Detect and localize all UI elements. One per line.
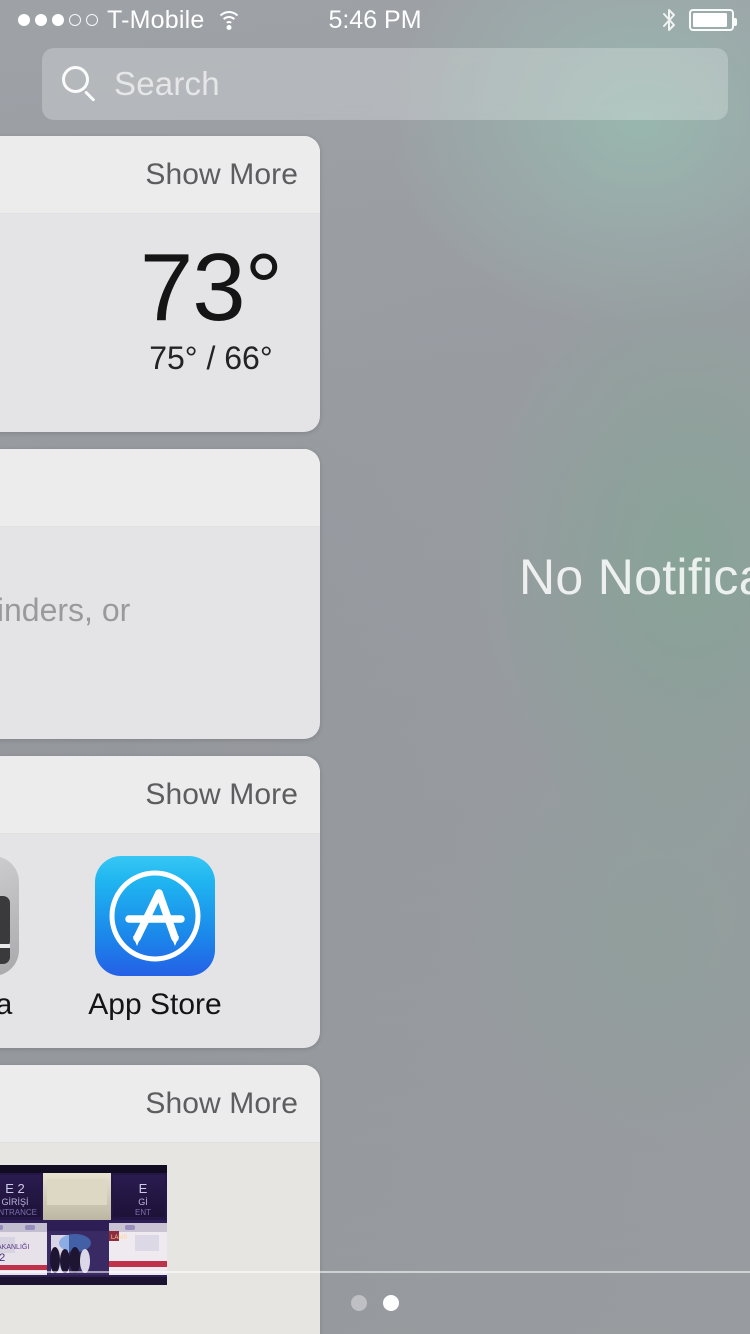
siri-app-suggestions-header: Show More <box>0 756 320 834</box>
up-next-line-1: s, reminders, or <box>0 591 131 628</box>
news-widget-header: Show More <box>0 1065 320 1143</box>
weather-widget[interactable]: Show More ca : 0% 73° 75° / 66° <box>0 136 320 432</box>
up-next-line-2: s <box>0 633 130 679</box>
up-next-widget-header <box>0 449 320 527</box>
search-placeholder: Search <box>114 65 220 102</box>
svg-text:E 2: E 2 <box>5 1181 25 1196</box>
page-indicator[interactable] <box>0 1272 750 1334</box>
bluetooth-icon <box>661 7 677 33</box>
weather-high-low: 75° / 66° <box>149 340 273 376</box>
svg-text:ENT: ENT <box>135 1208 151 1217</box>
app-store-app-icon <box>95 856 215 976</box>
siri-app-suggestions-show-more-button[interactable]: Show More <box>145 778 298 812</box>
weather-current-temperature: 73° <box>139 234 283 341</box>
svg-text:E: E <box>139 1181 148 1196</box>
news-thumbnail-photo: E 2 GİRİŞİ ENTRANCE E Gİ ENT AKANLIĞI 12 <box>0 1165 167 1285</box>
weather-widget-body: ca : 0% 73° 75° / 66° <box>0 214 320 432</box>
weather-rain-chance: : 0% <box>0 330 140 364</box>
camera-app-label: Camera <box>0 988 13 1021</box>
app-suggestion-camera[interactable]: Camera <box>0 856 34 1022</box>
page-dot-1[interactable] <box>351 1295 367 1311</box>
status-bar-clock: 5:46 PM <box>328 5 422 34</box>
svg-text:AKANLIĞI: AKANLIĞI <box>0 1242 29 1251</box>
search-icon <box>61 65 99 103</box>
weather-show-more-button[interactable]: Show More <box>145 158 298 192</box>
svg-text:12: 12 <box>0 1252 5 1264</box>
status-bar: T-Mobile 5:46 PM <box>0 0 750 40</box>
weather-right-column: 73° 75° / 66° <box>140 240 296 377</box>
svg-text:GİRİŞİ: GİRİŞİ <box>1 1197 28 1207</box>
camera-app-icon <box>0 856 19 976</box>
status-bar-right <box>661 7 737 33</box>
up-next-placeholder-text: s, reminders, or s <box>0 587 130 680</box>
up-next-widget-body: s, reminders, or s <box>0 527 320 739</box>
news-show-more-button[interactable]: Show More <box>145 1087 298 1121</box>
widget-column: Show More ca : 0% 73° 75° / 66° s, remin… <box>0 136 320 1334</box>
no-notifications-label: No Notifications <box>519 549 750 605</box>
page-dot-2[interactable] <box>383 1295 399 1311</box>
siri-app-suggestions-widget[interactable]: Show More Camera <box>0 756 320 1048</box>
search-input[interactable]: Search <box>42 48 728 120</box>
svg-text:LAMB: LAMB <box>111 1235 127 1241</box>
svg-text:Gİ: Gİ <box>138 1197 148 1207</box>
app-store-app-label: App Store <box>88 988 222 1021</box>
weather-widget-header: Show More <box>0 136 320 214</box>
weather-left-column: ca : 0% <box>0 240 140 364</box>
siri-app-suggestions-body: Camera <box>0 834 320 1048</box>
up-next-widget[interactable]: s, reminders, or s <box>0 449 320 739</box>
battery-icon <box>689 9 737 31</box>
svg-text:ENTRANCE: ENTRANCE <box>0 1208 37 1217</box>
app-suggestion-app-store[interactable]: App Store <box>80 856 230 1022</box>
weather-city-label: ca <box>0 250 140 294</box>
